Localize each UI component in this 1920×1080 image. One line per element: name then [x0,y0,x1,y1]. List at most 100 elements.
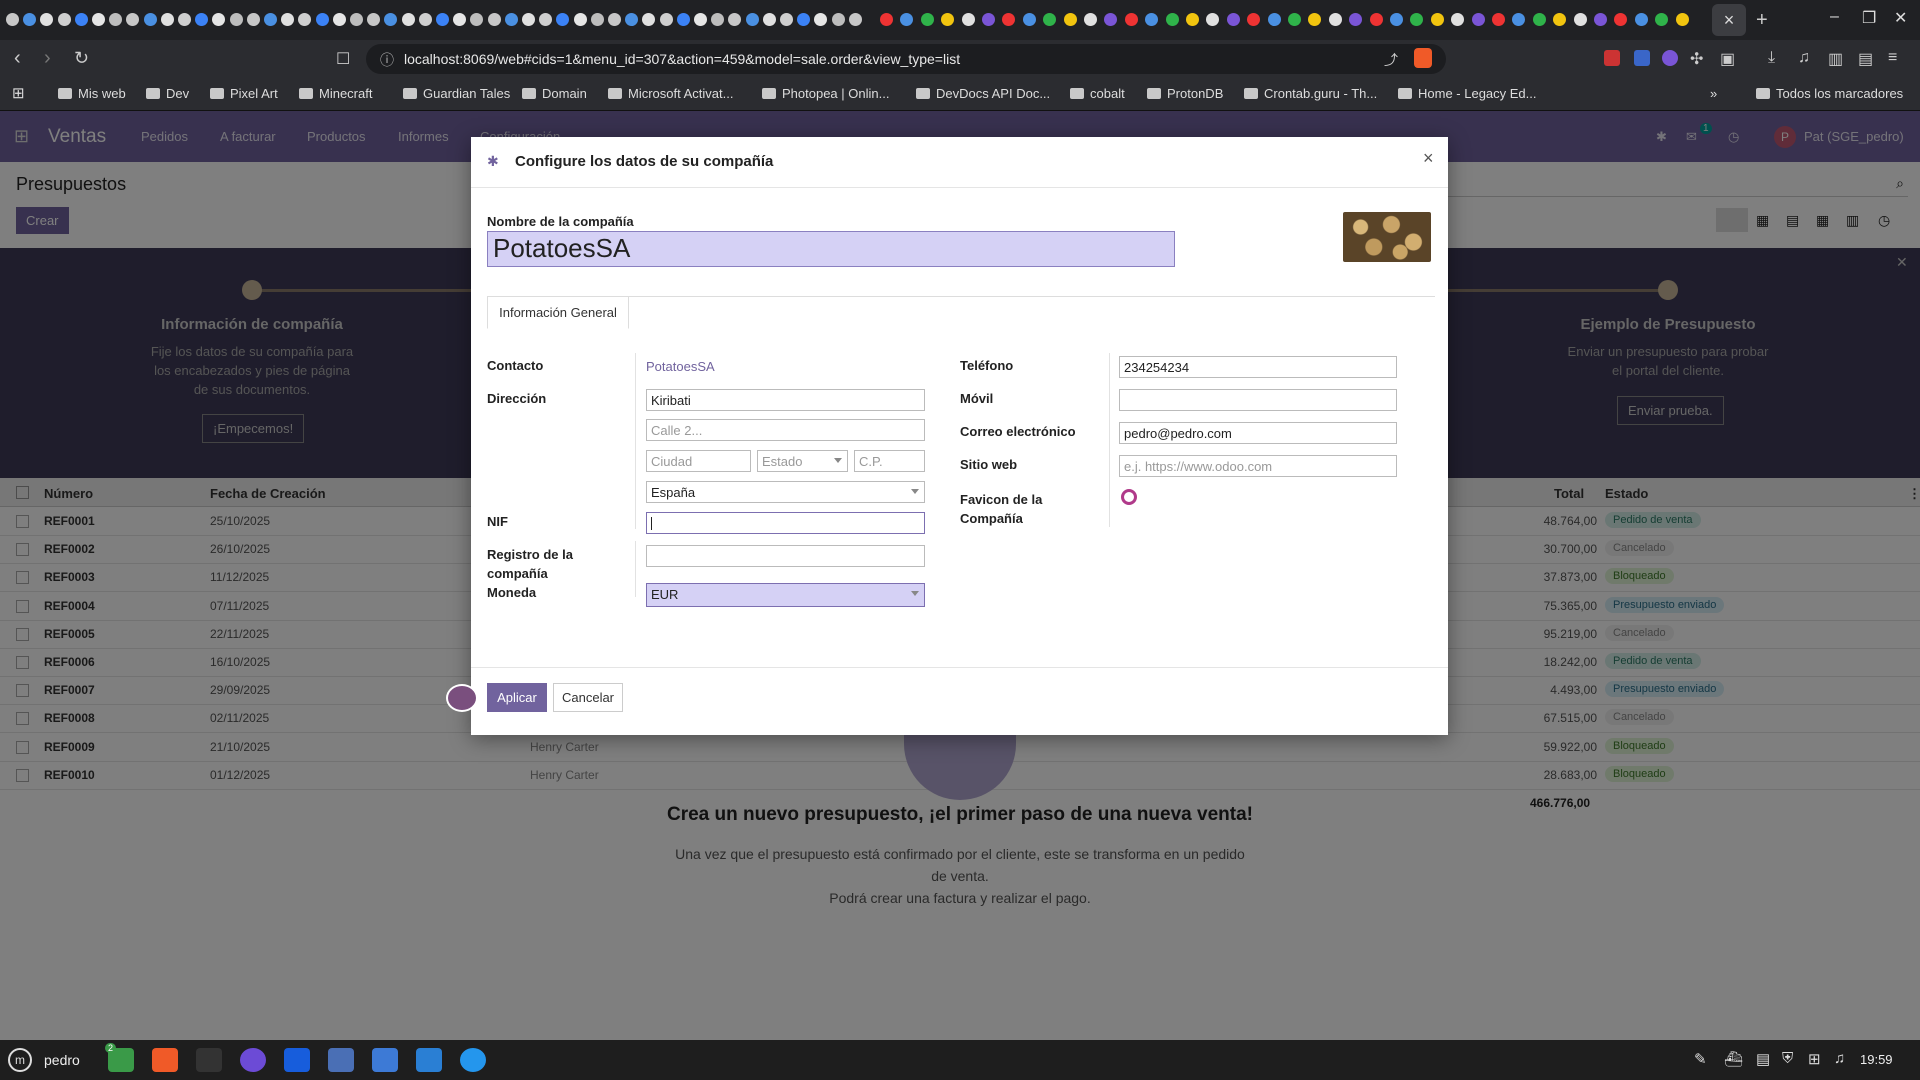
tab-favicon[interactable] [694,13,707,26]
tab-favicon[interactable] [436,13,449,26]
vscode-app-icon[interactable] [416,1048,442,1072]
tab-favicon[interactable] [212,13,226,26]
tab-favicon[interactable] [487,13,501,26]
extension-icon[interactable] [1604,50,1620,66]
menu-icon[interactable]: ≡ [1888,49,1897,67]
tab-favicon[interactable] [384,13,398,26]
tab-favicon[interactable] [1471,13,1485,26]
bookmark-item[interactable]: Dev [146,86,189,101]
tab-favicon[interactable] [1430,13,1444,26]
screenshot-app-icon[interactable] [372,1048,398,1072]
tab-favicon[interactable] [23,13,37,26]
tab-favicon[interactable] [143,13,157,26]
tab-favicon[interactable] [1165,13,1179,26]
bookmark-item[interactable]: DevDocs API Doc... [916,86,1050,101]
more-bookmarks-button[interactable]: » [1710,86,1717,101]
tab-favicon[interactable] [1512,13,1526,26]
tab-favicon[interactable] [1226,13,1240,26]
tab-favicon[interactable] [1594,13,1607,26]
share-icon[interactable]: ⤴ [1384,50,1398,70]
apply-button[interactable]: Aplicar [487,683,547,712]
tab-favicon[interactable] [246,13,260,26]
all-bookmarks[interactable]: Todos los marcadores [1756,86,1903,101]
tab-favicon[interactable] [1145,13,1159,26]
bookmark-item[interactable]: Minecraft [299,86,372,101]
tab-favicon[interactable] [522,13,535,26]
tab-favicon[interactable] [40,13,54,26]
minimize-icon[interactable]: – [1830,8,1839,26]
window-close-icon[interactable]: ✕ [1894,8,1907,28]
tab-favicon[interactable] [1655,13,1669,26]
bookmark-item[interactable]: ProtonDB [1147,86,1223,101]
media-icon[interactable]: ▣ [1720,49,1735,69]
tab-favicon[interactable] [780,13,793,26]
tab-favicon[interactable] [848,13,862,26]
tab-favicon[interactable] [401,13,415,26]
cancel-button[interactable]: Cancelar [553,683,623,712]
bookmark-item[interactable]: cobalt [1070,86,1125,101]
clipboard-icon[interactable]: ▤ [1756,1050,1770,1068]
tab-favicon[interactable] [1532,13,1546,26]
tab-favicon[interactable] [350,13,363,26]
puzzle-icon[interactable]: ✣ [1690,49,1703,69]
tab-favicon[interactable] [332,13,346,26]
tab-favicon[interactable] [74,13,88,26]
tab-favicon[interactable] [711,13,725,26]
tab-favicon[interactable] [728,13,742,26]
state-select[interactable]: Estado [757,450,848,472]
tab-favicon[interactable] [1084,13,1097,26]
mobile-input[interactable] [1119,389,1397,411]
tab-favicon[interactable] [470,13,484,26]
taskbar-user[interactable]: pedro [44,1052,80,1068]
country-select[interactable]: España [646,481,925,503]
tab-favicon[interactable] [900,13,914,26]
reload-icon[interactable]: ↻ [74,48,89,69]
wallet-icon[interactable]: ▤ [1858,49,1873,69]
pen-icon[interactable]: ✎ [1694,1050,1707,1068]
close-tab-button[interactable]: × [1712,4,1746,36]
tab-favicon[interactable] [573,13,587,26]
music-icon[interactable]: ♫ [1834,1050,1845,1067]
extension-icon[interactable] [1662,50,1678,66]
music-icon[interactable]: ♫ [1798,49,1810,67]
tab-favicon[interactable] [1328,13,1342,26]
tab-favicon[interactable] [941,13,955,26]
street-input[interactable]: Kiribati [646,389,925,411]
tab-favicon[interactable] [57,13,71,26]
mail-app-icon[interactable] [328,1048,354,1072]
tab-favicon[interactable] [608,13,621,26]
tab-favicon[interactable] [590,13,604,26]
tab-favicon[interactable] [1206,13,1220,26]
bookmark-page-icon[interactable]: ☐ [336,49,350,69]
forward-icon[interactable]: › [44,47,51,70]
brave-app-icon[interactable] [152,1048,178,1072]
tab-favicon[interactable] [625,13,639,26]
tab-favicon[interactable] [1369,13,1383,26]
tab-favicon[interactable] [676,13,690,26]
tab-favicon[interactable] [418,13,432,26]
tab-favicon[interactable] [539,13,553,26]
site-info-icon[interactable]: ⓘ [380,50,394,70]
tab-favicon[interactable] [1247,13,1261,26]
tab-informacion-general[interactable]: Información General [487,296,629,329]
new-tab-button[interactable]: + [1756,6,1768,34]
contact-link[interactable]: PotatoesSA [646,359,715,374]
tab-favicon[interactable] [762,13,776,26]
tab-favicon[interactable] [556,13,570,26]
tab-favicon[interactable] [920,13,934,26]
company-logo-image[interactable] [1343,212,1431,262]
tab-favicon[interactable] [1104,13,1118,26]
tab-favicon[interactable] [1634,13,1648,26]
tab-favicon[interactable] [1043,13,1057,26]
tab-favicon[interactable] [1349,13,1363,26]
extension-icon[interactable] [1634,50,1650,66]
tab-favicon[interactable] [1288,13,1301,26]
tab-favicon[interactable] [1675,13,1689,26]
os-menu-icon[interactable]: m [8,1048,32,1072]
city-input[interactable]: Ciudad [646,450,751,472]
bookmark-item[interactable]: Photopea | Onlin... [762,86,889,101]
tab-favicon[interactable] [745,13,759,26]
tab-favicon[interactable] [315,13,329,26]
tab-favicon[interactable] [109,13,123,26]
bookmark-item[interactable]: Mis web [58,86,126,101]
